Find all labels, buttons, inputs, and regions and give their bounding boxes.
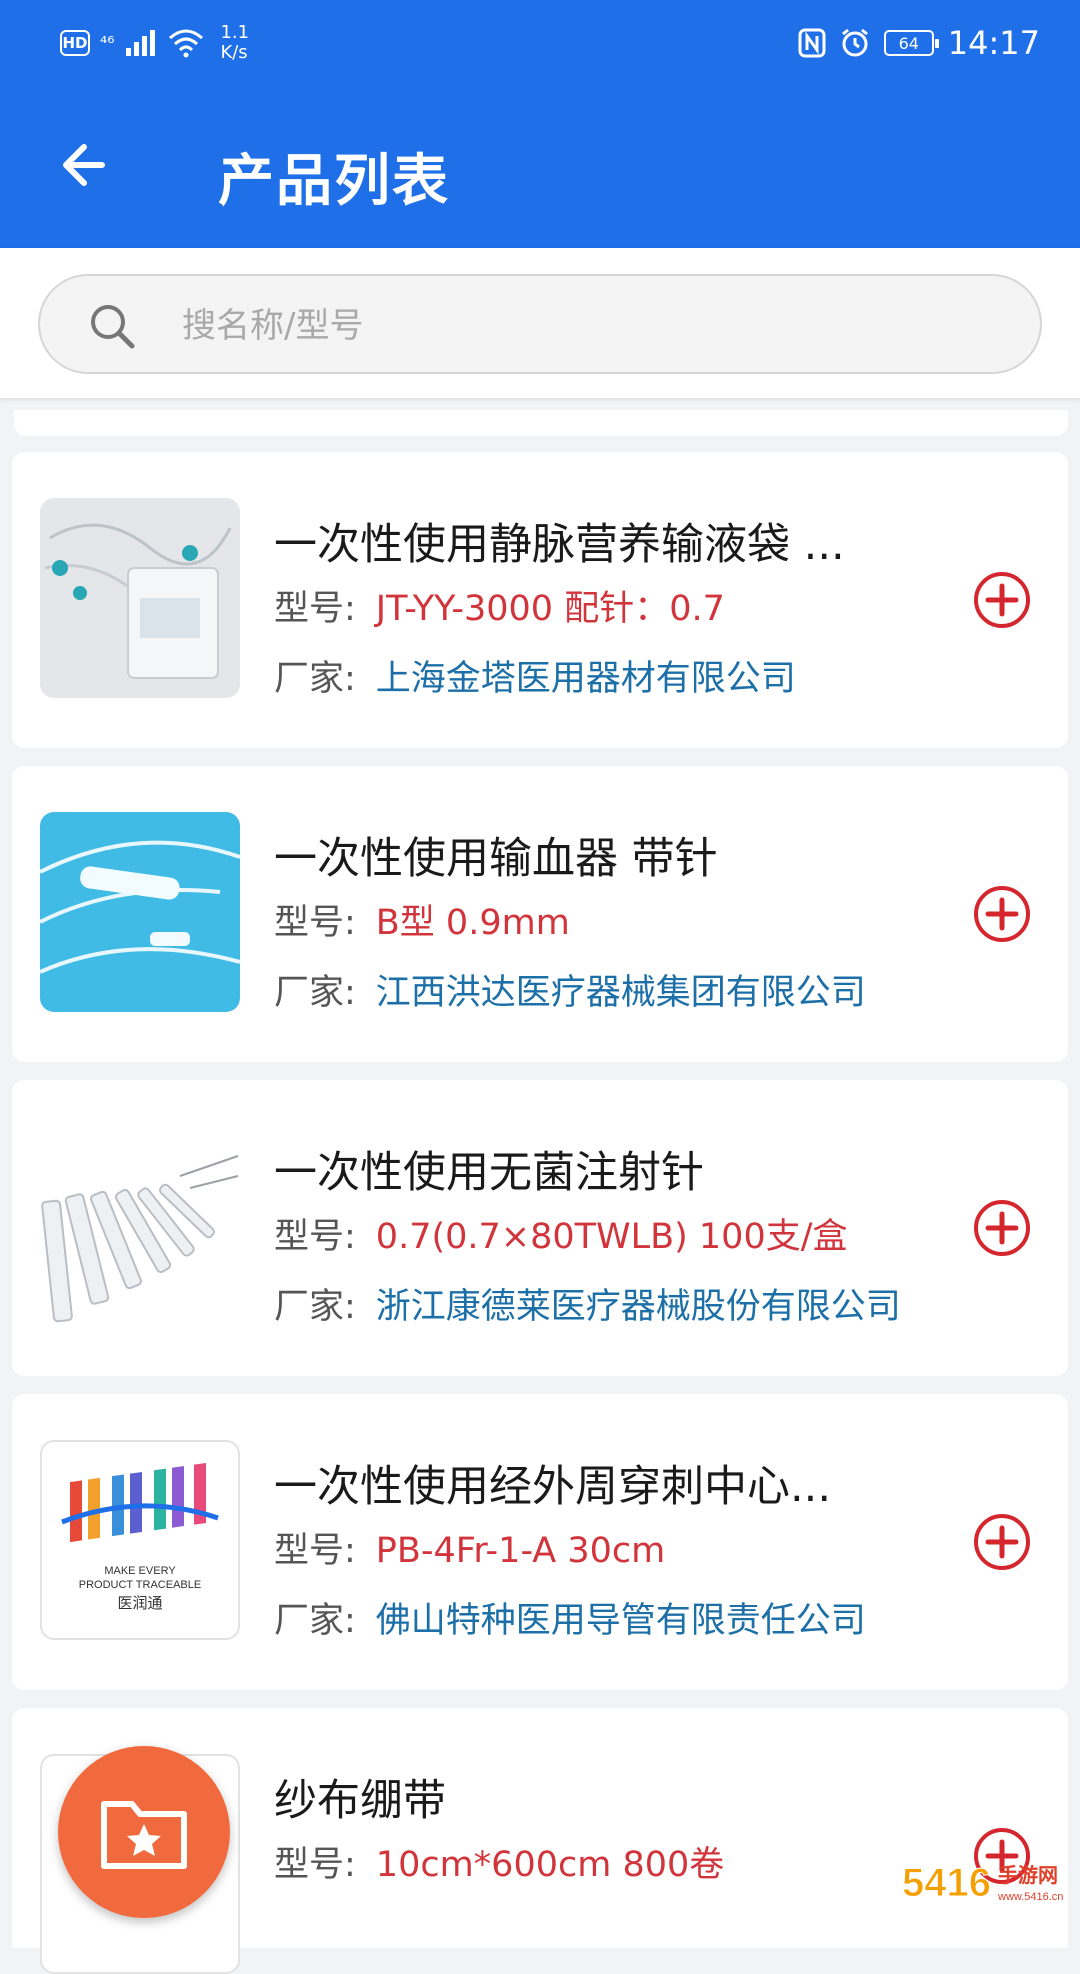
product-maker-row: 厂家: 上海金塔医用器材有限公司: [274, 650, 796, 701]
product-image-transfusion-set: [40, 812, 240, 1012]
product-model-row: 型号: 10cm*600cm 800卷: [274, 1836, 724, 1887]
maker-label: 厂家:: [274, 1287, 356, 1327]
search-icon: [91, 305, 135, 349]
model-value: 0.7(0.7×80TWLB) 100支/盒: [375, 1217, 848, 1257]
add-circle-icon[interactable]: [972, 1198, 1032, 1258]
product-maker-row: 厂家: 佛山特种医用导管有限责任公司: [274, 1592, 866, 1643]
maker-value: 江西洪达医疗器械集团有限公司: [375, 973, 866, 1013]
product-model-row: 型号: B型 0.9mm: [274, 894, 570, 945]
model-label: 型号:: [274, 1845, 356, 1885]
status-bar-left: HD ⁴⁶ 1.1 K/s: [60, 20, 249, 66]
product-maker-row: 厂家: 浙江康德莱医疗器械股份有限公司: [274, 1278, 901, 1329]
product-name: 一次性使用输血器 带针: [274, 834, 718, 884]
product-model-row: 型号: 0.7(0.7×80TWLB) 100支/盒: [274, 1208, 848, 1259]
network-type: ⁴⁶: [100, 32, 115, 54]
watermark-text: 手游网: [998, 1863, 1058, 1887]
alarm-icon: [841, 28, 868, 57]
search-area: [0, 248, 1080, 398]
model-label: 型号:: [274, 1217, 356, 1257]
maker-value: 上海金塔医用器材有限公司: [375, 659, 796, 699]
battery-icon: 64: [883, 30, 939, 56]
nfc-icon: [798, 28, 826, 58]
product-name: 一次性使用无菌注射针: [274, 1148, 704, 1198]
maker-value: 佛山特种医用导管有限责任公司: [375, 1601, 866, 1641]
maker-label: 厂家:: [274, 1601, 356, 1641]
product-maker-row: 厂家: 江西洪达医疗器械集团有限公司: [274, 964, 866, 1015]
signal-icon: [126, 30, 156, 56]
maker-label: 厂家:: [274, 973, 356, 1013]
product-model-row: 型号: PB-4Fr-1-A 30cm: [274, 1522, 665, 1573]
wifi-icon: [169, 29, 204, 58]
model-label: 型号:: [274, 1531, 356, 1571]
add-circle-icon[interactable]: [972, 884, 1032, 944]
speed-unit: K/s: [220, 42, 248, 63]
product-name: 一次性使用静脉营养输液袋 ...: [274, 520, 845, 570]
logo-line-1: MAKE EVERY: [104, 1565, 176, 1577]
favorites-fab[interactable]: [58, 1746, 230, 1918]
search-box[interactable]: [38, 274, 1042, 374]
product-name: 纱布绷带: [274, 1776, 446, 1826]
back-arrow-icon[interactable]: [50, 130, 120, 200]
product-card[interactable]: 一次性使用无菌注射针 型号: 0.7(0.7×80TWLB) 100支/盒 厂家:…: [12, 1080, 1068, 1376]
search-input[interactable]: [180, 296, 1004, 356]
watermark-url: www.5416.cn: [997, 1891, 1063, 1903]
model-value: B型 0.9mm: [375, 903, 570, 943]
speed-value: 1.1: [220, 22, 250, 43]
model-value: PB-4Fr-1-A 30cm: [375, 1531, 666, 1571]
hd-badge: HD: [60, 30, 90, 56]
product-image-infusion-bag: [40, 498, 240, 698]
product-image-syringes: [40, 1126, 240, 1326]
maker-value: 浙江康德莱医疗器械股份有限公司: [375, 1287, 901, 1327]
add-circle-icon[interactable]: [972, 570, 1032, 630]
maker-label: 厂家:: [274, 659, 356, 699]
watermark-number: 5416: [902, 1861, 991, 1905]
model-value: JT-YY-3000 配针：0.7: [375, 589, 725, 629]
list-item-partial: [14, 410, 1068, 436]
page-title: 产品列表: [218, 149, 450, 214]
product-card[interactable]: 一次性使用静脉营养输液袋 ... 型号: JT-YY-3000 配针：0.7 厂家…: [12, 452, 1068, 748]
app-bar: HD ⁴⁶ 1.1 K/s 64 14:17 产品列表: [0, 0, 1080, 248]
product-name: 一次性使用经外周穿刺中心...: [274, 1462, 832, 1512]
network-speed: 1.1 K/s: [220, 23, 249, 63]
site-watermark: 5416 手游网 www.5416.cn: [900, 1852, 1070, 1912]
logo-line-2: PRODUCT TRACEABLE: [79, 1579, 201, 1591]
logo-brand: 医润通: [117, 1594, 162, 1612]
status-bar-right: 64 14:17: [798, 20, 1040, 66]
model-label: 型号:: [274, 903, 356, 943]
add-circle-icon[interactable]: [972, 1512, 1032, 1572]
product-card[interactable]: 一次性使用输血器 带针 型号: B型 0.9mm 厂家: 江西洪达医疗器械集团有限公…: [12, 766, 1068, 1062]
model-value: 10cm*600cm 800卷: [375, 1845, 725, 1885]
product-card[interactable]: MAKE EVERY PRODUCT TRACEABLE 医润通 一次性使用经外…: [12, 1394, 1068, 1690]
clock: 14:17: [947, 24, 1040, 62]
brand-logo-image: MAKE EVERY PRODUCT TRACEABLE 医润通: [40, 1440, 240, 1640]
model-label: 型号:: [274, 589, 356, 629]
folder-star-icon: [101, 1801, 187, 1869]
product-model-row: 型号: JT-YY-3000 配针：0.7: [274, 580, 725, 631]
